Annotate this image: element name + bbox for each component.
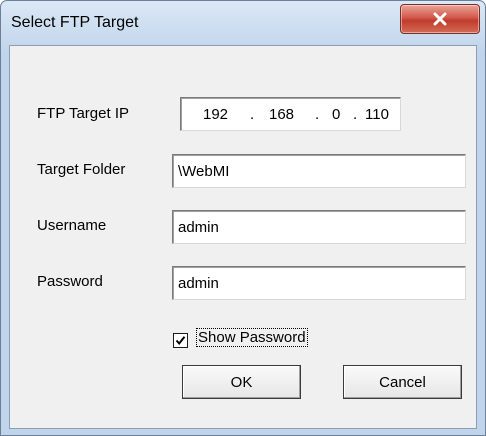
ftp-target-ip-label: FTP Target IP [37, 105, 129, 122]
show-password-checkbox[interactable] [173, 333, 188, 348]
ip-octet-1[interactable]: 192 [203, 106, 228, 123]
checkmark-icon [175, 336, 186, 346]
username-input[interactable]: admin [172, 210, 466, 244]
password-label: Password [37, 273, 103, 290]
ip-separator: . [353, 106, 358, 123]
close-icon [433, 12, 447, 26]
password-input[interactable]: admin [172, 266, 466, 300]
ip-address-input[interactable]: 192 . 168 . 0 . 110 [180, 97, 401, 131]
window-title: Select FTP Target [11, 14, 139, 31]
dialog-window: Select FTP Target FTP Target IP 192 . 16… [0, 0, 486, 436]
ip-separator: . [315, 106, 320, 123]
target-folder-input[interactable]: \WebMI [172, 154, 466, 188]
ok-button[interactable]: OK [182, 365, 301, 399]
ip-octet-4[interactable]: 110 [365, 106, 389, 123]
ip-octet-3[interactable]: 0 [332, 106, 340, 123]
close-button[interactable] [400, 4, 480, 34]
target-folder-label: Target Folder [37, 161, 126, 178]
ip-separator: . [250, 106, 255, 123]
cancel-button[interactable]: Cancel [343, 365, 462, 399]
ip-octet-2[interactable]: 168 [269, 106, 294, 123]
title-bar[interactable]: Select FTP Target [1, 1, 485, 45]
show-password-label[interactable]: Show Password [196, 328, 308, 347]
username-label: Username [37, 217, 107, 234]
dialog-client-area: FTP Target IP 192 . 168 . 0 . 110 Target… [9, 45, 477, 429]
